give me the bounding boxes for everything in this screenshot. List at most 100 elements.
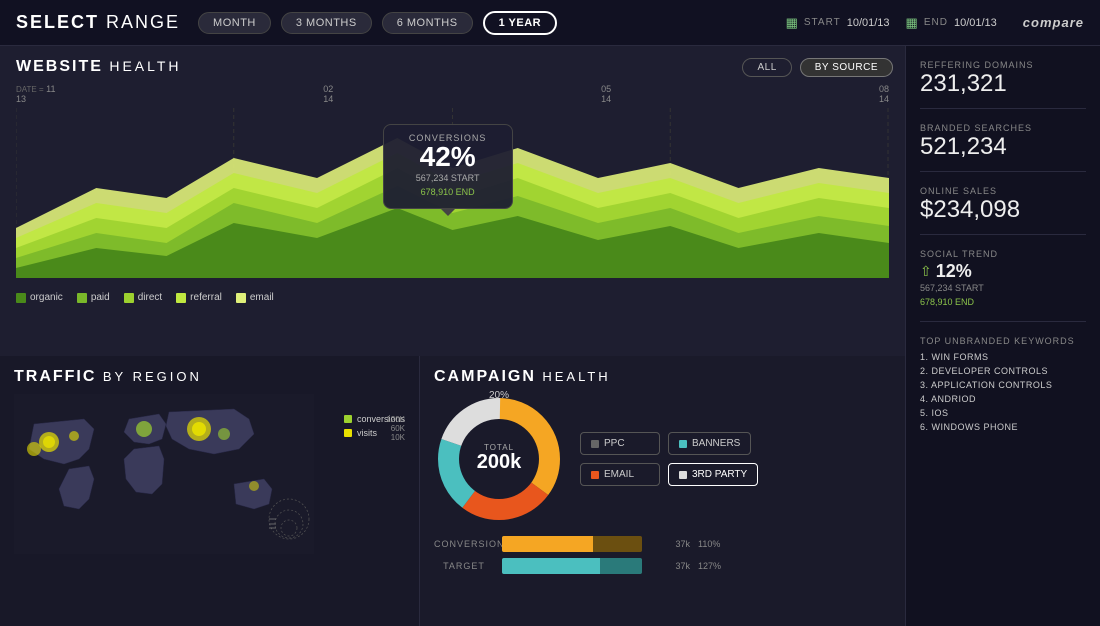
traffic-panel: TRAFFIC BY REGION [0, 356, 420, 626]
range-btn-month[interactable]: MONTH [198, 12, 271, 34]
keyword-3: 3. APPLICATION CONTROLS [920, 378, 1086, 392]
campaign-panel: CAMPAIGN HEALTH TOTAL 200k [420, 356, 905, 626]
chart-dates: DATE = 1113 0214 0514 0814 [16, 84, 889, 108]
website-health-section: WEBSITE HEALTH ALL BY SOURCE DATE = 1113… [0, 46, 905, 356]
campaign-bars: CONVERSION 37k 110% TARGET [434, 536, 891, 574]
keyword-2: 2. DEVELOPER CONTROLS [920, 364, 1086, 378]
donut-pct-label: 20% [489, 390, 509, 401]
keywords-list: 1. WIN FORMS 2. DEVELOPER CONTROLS 3. AP… [920, 350, 1086, 434]
legend-dot-direct [124, 293, 134, 303]
legend-dot-organic [16, 293, 26, 303]
email-dot [591, 471, 599, 479]
social-trend-row: ⇧ 12% [920, 261, 1086, 282]
campaign-buttons: PPC BANNERS EMAIL [580, 432, 758, 486]
date-label-4: 0814 [879, 84, 889, 104]
legend-direct: direct [124, 292, 162, 303]
stat-referring-domains: REFFERING DOMAINS 231,321 [920, 60, 1086, 109]
3rdparty-dot [679, 471, 687, 479]
bar-row-conversion: CONVERSION 37k 110% [434, 536, 891, 552]
legend-paid: paid [77, 292, 110, 303]
legend-referral: referral [176, 292, 222, 303]
social-trend-label: SOCIAL TREND [920, 249, 1086, 259]
bottom-panels: TRAFFIC BY REGION [0, 356, 905, 626]
bar-label-conversion: CONVERSION [434, 539, 494, 549]
legend-dot-email [236, 293, 246, 303]
trend-pct-value: 12% [936, 261, 972, 282]
legend-organic: organic [16, 292, 63, 303]
btn-all[interactable]: ALL [742, 58, 791, 77]
date-range-group: ▦ START 10/01/13 ▦ END 10/01/13 [786, 15, 997, 31]
camp-btn-row-2: EMAIL 3RD PARTY [580, 463, 758, 486]
end-label: END [924, 17, 948, 28]
donut-chart: TOTAL 200k 20% [434, 394, 564, 524]
stat-branded-searches: BRANDED SEARCHES 521,234 [920, 123, 1086, 172]
btn-3rd-party[interactable]: 3RD PARTY [668, 463, 758, 486]
bar-track-target [502, 558, 642, 574]
map-legend: conversions visits 120K 60K 10K [344, 414, 405, 442]
keyword-1: 1. WIN FORMS [920, 350, 1086, 364]
compare-button[interactable]: compare [1023, 15, 1084, 30]
bar-pct-target: 127% [698, 561, 733, 571]
bar-fill-conversion-main [502, 536, 593, 552]
bar-track-conversion [502, 536, 642, 552]
trend-stats: 567,234 START 678,910 END [920, 282, 1086, 309]
bar-fill-target-rest [600, 558, 642, 574]
btn-ppc[interactable]: PPC [580, 432, 660, 455]
camp-btn-row-1: PPC BANNERS [580, 432, 758, 455]
bar-fill-conversion-rest [593, 536, 642, 552]
btn-by-source[interactable]: BY SOURCE [800, 58, 893, 77]
online-sales-label: ONLINE SALES [920, 186, 1086, 196]
legend-dot-visits [344, 429, 352, 437]
trend-up-icon: ⇧ [920, 263, 932, 280]
bar-label-target: TARGET [434, 561, 494, 571]
right-panel: REFFERING DOMAINS 231,321 BRANDED SEARCH… [905, 46, 1100, 626]
btn-email[interactable]: EMAIL [580, 463, 660, 486]
branded-searches-value: 521,234 [920, 135, 1086, 159]
bar-fill-target-main [502, 558, 600, 574]
bar-value-conversion: 37k [650, 539, 690, 549]
tooltip-stats: 567,234 START 678,910 END [396, 171, 500, 200]
date-label-1: DATE = 1113 [16, 84, 55, 104]
campaign-content: TOTAL 200k 20% PPC [434, 394, 891, 524]
svg-text:200k: 200k [477, 451, 522, 473]
range-btn-1year[interactable]: 1 YEAR [483, 11, 558, 35]
bar-value-target: 37k [650, 561, 690, 571]
calendar-end-icon: ▦ [906, 15, 918, 31]
branded-searches-label: BRANDED SEARCHES [920, 123, 1086, 133]
end-date: 10/01/13 [954, 17, 997, 29]
keyword-4: 4. ANDRIOD [920, 392, 1086, 406]
banners-dot [679, 440, 687, 448]
range-btn-6months[interactable]: 6 MONTHS [382, 12, 473, 34]
calendar-start-icon: ▦ [786, 15, 798, 31]
app-title: SELECT RANGE [16, 12, 180, 33]
online-sales-value: $234,098 [920, 198, 1086, 222]
legend-email: email [236, 292, 274, 303]
chart-controls: ALL BY SOURCE [742, 58, 893, 77]
start-date: 10/01/13 [847, 17, 890, 29]
stat-online-sales: ONLINE SALES $234,098 [920, 186, 1086, 235]
main-content: WEBSITE HEALTH ALL BY SOURCE DATE = 1113… [0, 46, 1100, 626]
chart-tooltip: CONVERSIONS 42% 567,234 START 678,910 EN… [383, 124, 513, 209]
keywords-label: TOP UNBRANDED KEYWORDS [920, 336, 1086, 346]
traffic-map: conversions visits 120K 60K 10K [14, 394, 405, 574]
referring-domains-value: 231,321 [920, 72, 1086, 96]
keyword-5: 5. IOS [920, 406, 1086, 420]
traffic-title: TRAFFIC BY REGION [14, 368, 405, 386]
start-label: START [804, 17, 841, 28]
legend-dot-referral [176, 293, 186, 303]
keyword-6: 6. WINDOWS PHONE [920, 420, 1086, 434]
left-panel: WEBSITE HEALTH ALL BY SOURCE DATE = 1113… [0, 46, 905, 626]
referring-domains-label: REFFERING DOMAINS [920, 60, 1086, 70]
date-label-2: 0214 [323, 84, 333, 104]
date-label-3: 0514 [601, 84, 611, 104]
chart-legend: organic paid direct referral email [16, 292, 889, 303]
bar-row-target: TARGET 37k 127% [434, 558, 891, 574]
campaign-title: CAMPAIGN HEALTH [434, 368, 891, 386]
world-map [14, 394, 314, 554]
range-btn-3months[interactable]: 3 MONTHS [281, 12, 372, 34]
btn-banners[interactable]: BANNERS [668, 432, 751, 455]
tooltip-pct: 42% [396, 143, 500, 171]
donut-svg: TOTAL 200k [434, 394, 564, 524]
map-scale: 120K 60K 10K [386, 415, 405, 442]
header: SELECT RANGE MONTH 3 MONTHS 6 MONTHS 1 Y… [0, 0, 1100, 46]
